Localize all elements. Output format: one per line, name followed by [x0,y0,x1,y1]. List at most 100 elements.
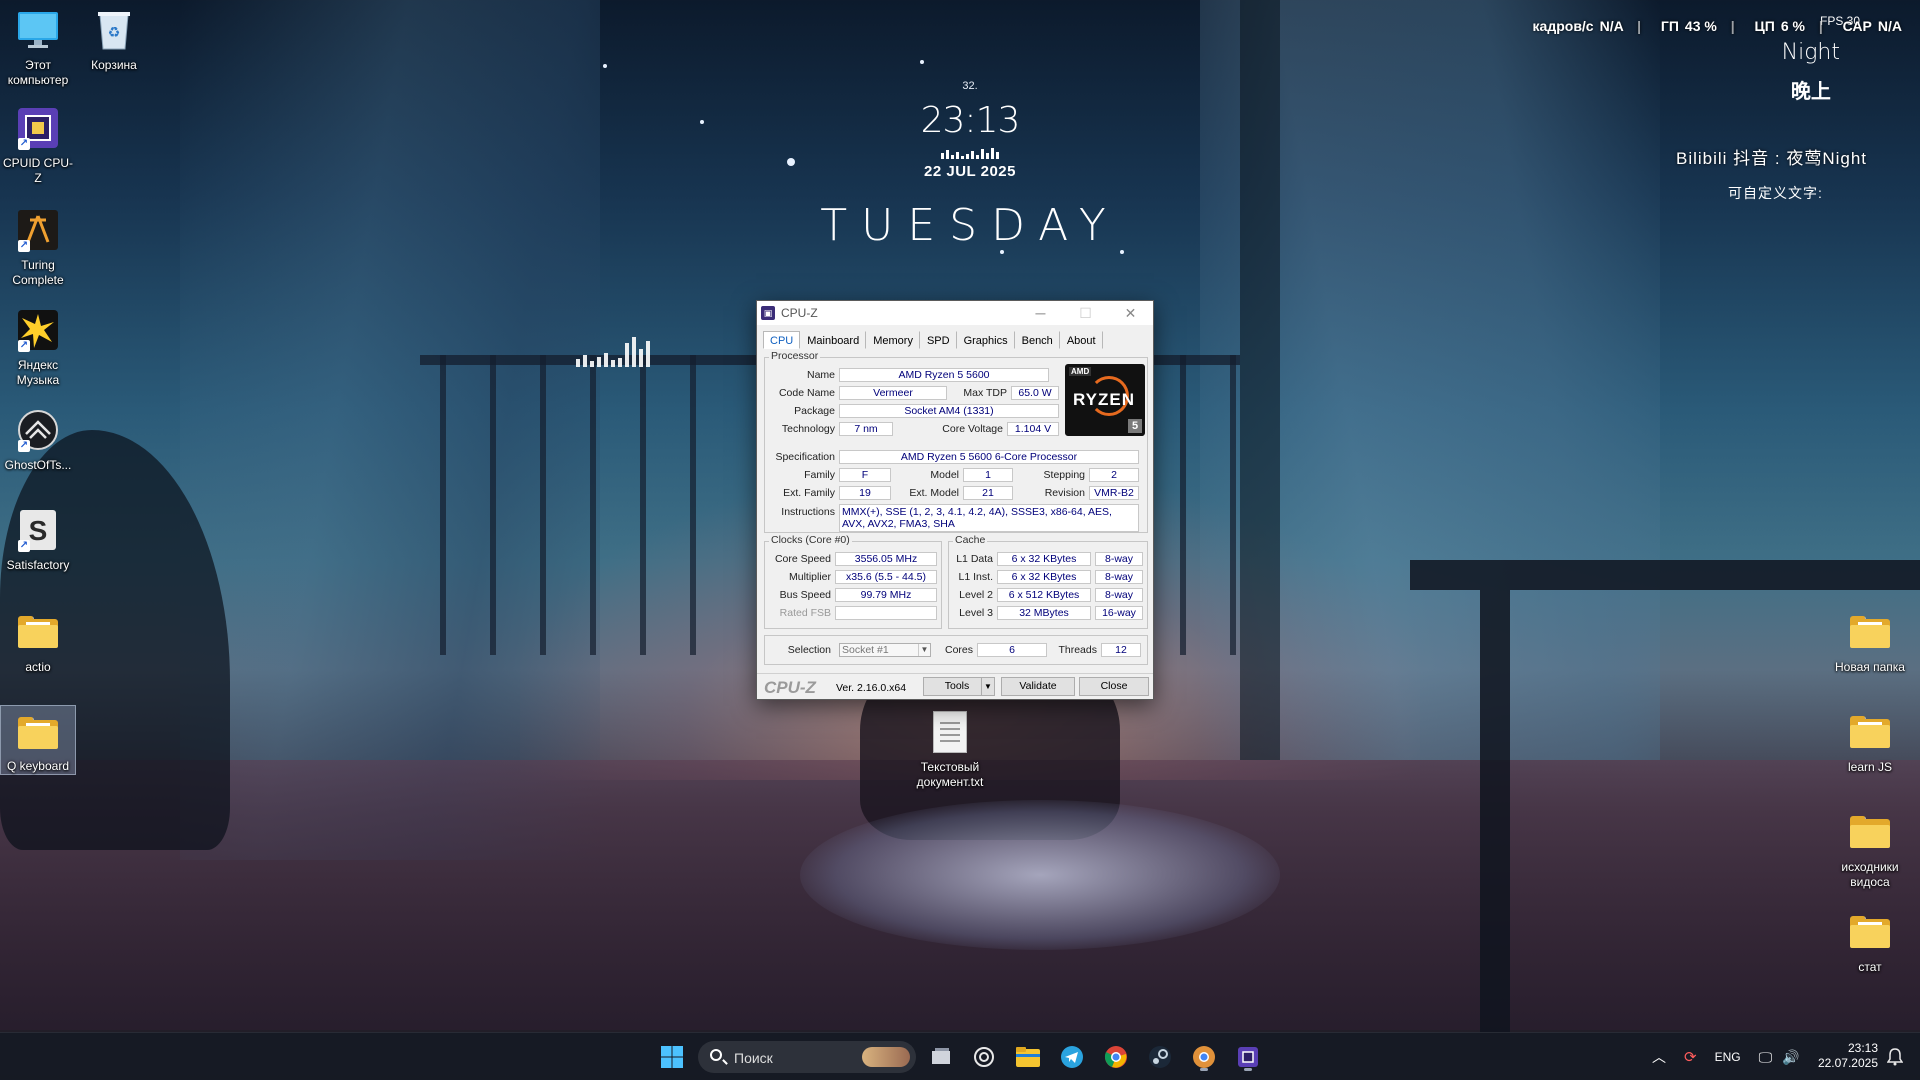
technology-label: Technology [781,423,835,435]
desktop-icon-q-keyboard[interactable]: Q keyboard [0,705,76,775]
tab-mainboard[interactable]: Mainboard [800,331,867,349]
desktop-icon-actio[interactable]: actio [0,610,76,675]
tools-dropdown-icon[interactable]: ▼ [981,677,995,696]
amd-logo-text: AMD [1069,367,1092,376]
network-icon[interactable]: 🖵 [1759,1049,1773,1066]
audio-bars-icon [935,147,1005,159]
selection-group: Selection Socket #1 ▼ Cores 6 Threads 12 [764,635,1148,665]
desktop-icon-recycle-bin[interactable]: ♻ Корзина [76,8,152,73]
side-table-leg [1480,590,1510,1060]
desktop-icon-stat[interactable]: стат [1822,910,1918,975]
specification-value: AMD Ryzen 5 5600 6-Core Processor [839,450,1139,464]
search-highlight-icon [862,1047,910,1067]
maximize-icon[interactable]: ☐ [1063,301,1108,325]
divider: | [1818,18,1823,34]
cache-row-way: 8-way [1095,588,1143,602]
volume-icon[interactable]: 🔊 [1782,1049,1799,1066]
desktop-icon-video-sources[interactable]: исходники видоса [1822,810,1918,890]
desktop-icon-label: Q keyboard [6,759,70,773]
desktop-icon-label: Яндекс Музыка [16,358,60,387]
clock-date: 22 JUL 2025 [924,163,1016,180]
file-explorer-icon[interactable] [1012,1041,1044,1073]
tab-spd[interactable]: SPD [920,331,957,349]
chrome-icon[interactable] [1100,1041,1132,1073]
telegram-icon[interactable] [1056,1041,1088,1073]
busspeed-value: 99.79 MHz [835,588,937,602]
ryzen-tier-badge: 5 [1128,419,1142,433]
cpuz-brand: CPU-Z [764,678,816,697]
yandex-music-icon: ↗ [16,308,60,352]
taskbar-clock[interactable]: 23:13 22.07.2025 [1818,1041,1878,1071]
cache-row-way: 8-way [1095,570,1143,584]
window-pillar [1240,0,1280,760]
cpuz-titlebar[interactable]: ▣ CPU-Z ─ ☐ ✕ [757,301,1153,325]
tab-bench[interactable]: Bench [1015,331,1060,349]
desktop-icon-text-document[interactable]: Текстовый документ.txt [910,710,990,790]
language-indicator[interactable]: ENG [1715,1050,1741,1064]
corevoltage-label: Core Voltage [942,423,1003,435]
cpuz-version: Ver. 2.16.0.x64 [836,682,907,694]
night-widget: Night 晚上 [1782,40,1840,104]
chrome-canary-icon[interactable] [1188,1041,1220,1073]
minimize-icon[interactable]: ─ [1018,301,1063,325]
extfamily-label: Ext. Family [783,487,835,499]
notification-bell-icon[interactable] [1880,1041,1910,1073]
custom-text: 可自定义文字: [1728,185,1823,201]
windows-start-icon[interactable] [656,1041,688,1073]
desktop-icon-new-folder[interactable]: Новая папка [1822,610,1918,675]
clock-weekday: TUESDAY [820,200,1120,251]
desktop-icon-label: Текстовый документ.txt [916,760,984,789]
cache-row-label: L1 Data [956,553,993,565]
gpu-value: 43 % [1684,18,1717,34]
star [920,60,924,64]
specification-label: Specification [775,451,835,463]
desktop-icon-label: Satisfactory [6,558,70,572]
desktop-icon-learn-js[interactable]: learn JS [1822,710,1918,775]
cpuz-app-icon: ▣ [761,306,775,320]
socket-select[interactable]: Socket #1 ▼ [839,643,931,657]
close-icon[interactable]: ✕ [1108,301,1153,325]
turing-complete-icon: ↗ [16,208,60,252]
revision-label: Revision [1044,487,1085,499]
taskbar-search[interactable]: Поиск [698,1041,916,1073]
satisfactory-icon: S ↗ [16,508,60,552]
shortcut-arrow-icon: ↗ [18,240,30,252]
folder-icon [1848,810,1892,854]
threads-label: Threads [1058,644,1097,656]
close-button[interactable]: Close [1079,677,1149,696]
sync-icon[interactable]: ⟳ [1684,1048,1697,1066]
instructions-label: Instructions [781,506,835,518]
star [700,120,704,124]
cache-group-label: Cache [953,534,988,546]
task-view-icon[interactable] [925,1041,957,1073]
steam-icon[interactable] [1144,1041,1176,1073]
tab-cpu[interactable]: CPU [763,331,801,349]
cpuz-icon: ↗ [16,106,60,150]
cache-row-label: Level 3 [959,607,993,619]
desktop-icon-ghost-of-tsushima[interactable]: ↗ GhostOfTs... [0,408,76,473]
selection-label: Selection [787,644,831,656]
extfamily-value: 19 [839,486,891,500]
tab-about[interactable]: About [1060,331,1103,349]
extmodel-label: Ext. Model [909,487,959,499]
processor-group: Processor Name AMD Ryzen 5 5600 Code Nam… [764,350,1148,533]
tab-graphics[interactable]: Graphics [957,331,1015,349]
desktop-icon-satisfactory[interactable]: S ↗ Satisfactory [0,508,76,573]
cpuz-window[interactable]: ▣ CPU-Z ─ ☐ ✕ CPU Mainboard Memory SPD G… [756,300,1154,700]
extmodel-value: 21 [963,486,1013,500]
chevron-up-icon[interactable]: ︿ [1652,1047,1666,1067]
name-label: Name [806,369,835,381]
tab-memory[interactable]: Memory [866,331,920,349]
desktop-icon-label: Новая папка [1835,660,1905,674]
ratedfsb-value [835,606,937,620]
desktop-icon-this-pc[interactable]: Этот компьютер [0,8,76,88]
family-value: F [839,468,891,482]
desktop-icon-turing-complete[interactable]: ↗ Turing Complete [0,208,76,288]
validate-button[interactable]: Validate [1001,677,1075,696]
star [603,64,607,68]
desktop-icon-yandex-music[interactable]: ↗ Яндекс Музыка [0,308,76,388]
cpuz-taskbar-icon[interactable] [1232,1041,1264,1073]
multiplier-value: x35.6 (5.5 - 44.5) [835,570,937,584]
chatgpt-icon[interactable] [968,1041,1000,1073]
desktop-icon-cpuz[interactable]: ↗ CPUID CPU-Z [0,106,76,186]
